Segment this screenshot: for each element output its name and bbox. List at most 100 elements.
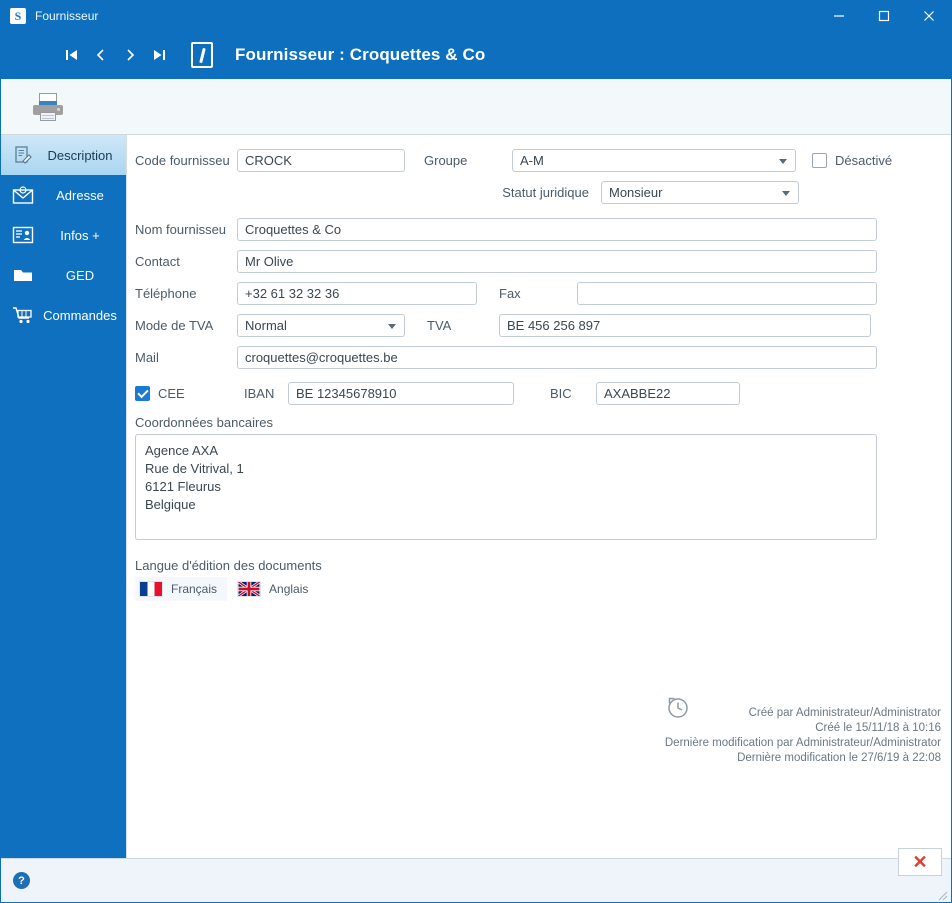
metadata-line: Créé le 15/11/18 à 10:16: [815, 722, 941, 734]
row-mode-tva: Mode de TVA Normal TVA BE 456 256 897: [127, 314, 951, 337]
first-record-icon[interactable]: [59, 40, 85, 70]
title-bar: S Fournisseur: [1, 1, 951, 31]
mode-tva-label: Mode de TVA: [135, 318, 214, 333]
row-bank-textarea: Agence AXA Rue de Vitrival, 1 6121 Fleur…: [127, 434, 951, 540]
row-nom-fournisseur: Nom fournisseu Croquettes & Co: [127, 218, 951, 241]
previous-record-icon[interactable]: [88, 40, 114, 70]
cee-label: CEE: [158, 386, 185, 401]
langue-edition-label: Langue d'édition des documents: [135, 558, 322, 573]
edit-document-icon[interactable]: [191, 42, 213, 68]
body: Description Adresse Infos + GED Commande…: [1, 135, 951, 858]
groupe-select[interactable]: A-M: [512, 149, 796, 172]
fax-input[interactable]: [577, 282, 877, 305]
sidebar-item-label: Description: [47, 147, 113, 163]
row-contact: Contact Mr Olive: [127, 250, 951, 273]
row-langue-label: Langue d'édition des documents: [127, 558, 951, 573]
description-panel: Code fournisseu CROCK Groupe A-M Désacti…: [126, 135, 951, 858]
window-title: Fournisseur: [35, 9, 99, 23]
row-mail: Mail croquettes@croquettes.be: [127, 346, 951, 369]
row-bank-label: Coordonnées bancaires: [127, 415, 951, 430]
folder-icon: [10, 262, 36, 288]
desactive-label: Désactivé: [835, 153, 893, 168]
printer-text-line-2: [42, 117, 54, 119]
row-code-groupe: Code fournisseu CROCK Groupe A-M Désacti…: [127, 149, 951, 172]
resize-grip[interactable]: [936, 888, 948, 901]
statut-juridique-label: Statut juridique: [502, 185, 589, 200]
sidebar-item-adresse[interactable]: Adresse: [1, 175, 126, 215]
coordonnees-bancaires-textarea[interactable]: Agence AXA Rue de Vitrival, 1 6121 Fleur…: [135, 434, 877, 540]
bottom-bar: ? ✕: [1, 848, 951, 902]
tva-input[interactable]: BE 456 256 897: [499, 314, 871, 337]
sidebar-item-commandes[interactable]: Commandes: [1, 295, 126, 335]
minimize-icon[interactable]: [816, 1, 861, 31]
maximize-icon[interactable]: [861, 1, 906, 31]
pencil-shape: [198, 47, 206, 63]
last-record-icon[interactable]: [146, 40, 172, 70]
statut-juridique-value: Monsieur: [609, 185, 663, 200]
printer-icon[interactable]: [33, 92, 63, 121]
tva-label: TVA: [427, 318, 452, 333]
sidebar-item-ged[interactable]: GED: [1, 255, 126, 295]
supplier-window: S Fournisseur Fournisseur: Croquettes &…: [0, 0, 952, 903]
metadata-line: Dernière modification par Administrateur…: [664, 737, 941, 749]
mode-tva-select[interactable]: Normal: [237, 314, 405, 337]
printer-led: [57, 107, 60, 111]
row-statut-juridique: Statut juridique Monsieur: [127, 181, 951, 204]
mail-input[interactable]: croquettes@croquettes.be: [237, 346, 877, 369]
telephone-input[interactable]: +32 61 32 32 36: [237, 282, 477, 305]
langue-option-francais[interactable]: Français: [135, 577, 228, 601]
next-record-icon[interactable]: [117, 40, 143, 70]
sidebar-item-label: Infos +: [60, 227, 100, 243]
sidebar-item-label: GED: [65, 267, 95, 283]
document-edit-icon: [10, 142, 36, 168]
sidebar-item-label: Adresse: [56, 187, 104, 203]
iban-input[interactable]: BE 12345678910: [288, 382, 514, 405]
sidebar-item-label: Commandes: [43, 307, 117, 323]
shopping-cart-icon: [10, 302, 36, 328]
sidebar-item-description[interactable]: Description: [1, 135, 126, 175]
sidebar-item-infos-plus[interactable]: Infos +: [1, 215, 126, 255]
contact-card-icon: [10, 222, 36, 248]
chevron-down-icon: [779, 158, 787, 164]
page-title: Fournisseur : Croquettes & Co: [235, 45, 486, 64]
envelope-icon: [10, 182, 36, 208]
groupe-value: A-M: [520, 153, 544, 168]
metadata-line: Créé par Administrateur/Administrator: [748, 707, 941, 719]
nom-fournisseur-label: Nom fournisseu: [135, 222, 227, 237]
row-langue-options: Français Anglais: [127, 577, 951, 601]
code-fournisseur-input[interactable]: CROCK: [237, 149, 405, 172]
close-icon[interactable]: [906, 1, 951, 31]
nom-fournisseur-input[interactable]: Croquettes & Co: [237, 218, 877, 241]
row-telephone-fax: Téléphone +32 61 32 32 36 Fax: [127, 282, 951, 305]
telephone-label: Téléphone: [135, 286, 197, 301]
bic-input[interactable]: AXABBE22: [596, 382, 740, 405]
groupe-label: Groupe: [424, 153, 468, 168]
row-cee-iban-bic: CEE IBAN BE 12345678910 BIC AXABBE22: [127, 382, 951, 405]
flag-france-icon: [139, 581, 163, 597]
contact-input[interactable]: Mr Olive: [237, 250, 877, 273]
record-navigation-header: Fournisseur : Croquettes & Co: [1, 31, 951, 79]
flag-uk-icon: [237, 581, 262, 597]
chevron-down-icon: [782, 190, 790, 196]
close-button[interactable]: ✕: [898, 848, 942, 876]
mail-label: Mail: [135, 350, 159, 365]
code-fournisseur-label: Code fournisseu: [135, 153, 230, 168]
app-logo-icon: S: [10, 8, 26, 24]
langue-option-label: Français: [171, 582, 218, 596]
iban-label: IBAN: [244, 386, 275, 401]
bic-label: BIC: [550, 386, 572, 401]
statut-juridique-select[interactable]: Monsieur: [601, 181, 799, 204]
desactive-checkbox[interactable]: [812, 153, 827, 168]
help-icon[interactable]: ?: [13, 872, 30, 889]
chevron-down-icon: [388, 323, 396, 329]
langue-option-anglais[interactable]: Anglais: [233, 577, 318, 601]
toolbar: [1, 79, 951, 135]
printer-text-line-1: [42, 114, 54, 116]
fax-label: Fax: [499, 286, 521, 301]
printer-output: [40, 111, 56, 121]
mode-tva-value: Normal: [245, 318, 287, 333]
cee-checkbox[interactable]: [135, 386, 150, 401]
record-metadata: Créé par Administrateur/Administrator Cr…: [665, 706, 941, 766]
window-controls: [816, 1, 951, 31]
sidebar: Description Adresse Infos + GED Commande…: [1, 135, 126, 858]
